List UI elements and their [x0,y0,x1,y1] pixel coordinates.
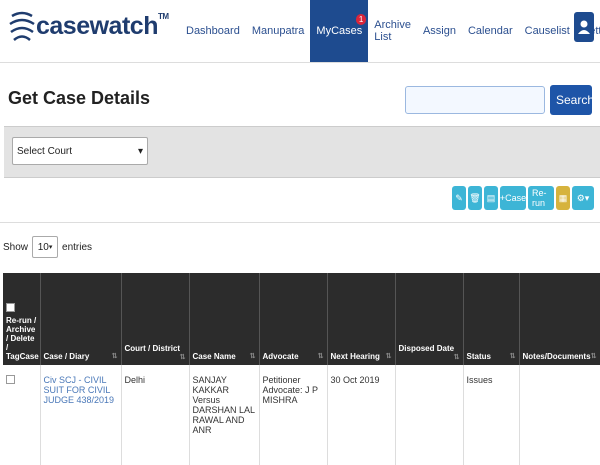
user-icon [578,20,590,34]
header-case-name[interactable]: Case Name ⇅ [189,273,260,365]
trash-icon: 🗑 [469,192,481,203]
header-notes-documents[interactable]: Notes/Documents ⇅ [519,273,600,365]
case-diary-link[interactable]: Civ SCJ - CIVIL SUIT FOR CIVIL JUDGE 438… [40,365,122,465]
header-advocate[interactable]: Advocate ⇅ [259,273,328,365]
case-name-cell: SANJAY KAKKAR Versus DARSHAN LAL RAWAL A… [189,365,260,465]
tag-button[interactable]: ✎ [452,186,466,210]
table-header-row: Re-run / Archive / Delete / TagCase Case… [3,273,600,365]
sort-icon: ⇅ [453,354,460,361]
tag-icon: ✎ [455,192,463,203]
status-cell: Issues [463,365,520,465]
header-next-hearing[interactable]: Next Hearing ⇅ [327,273,396,365]
top-navbar: casewatchTM Dashboard Manupatra MyCases … [0,0,600,63]
show-label: Show [3,241,29,253]
sort-icon: ⇅ [249,353,256,360]
next-hearing-cell: 30 Oct 2019 [327,365,396,465]
cases-table: Re-run / Archive / Delete / TagCase Case… [3,273,600,465]
header-court-district[interactable]: Court / District ⇅ [121,273,190,365]
court-select[interactable]: Select Court ▾ [12,137,148,165]
dropdown-arrow-icon: ▾ [48,244,53,251]
sort-icon: ⇅ [111,353,118,360]
search-input[interactable] [405,86,545,114]
row-checkbox-cell [3,365,41,465]
row-checkbox[interactable] [6,375,15,384]
archive-icon: ▤ [486,192,496,203]
user-profile-button[interactable] [574,12,594,42]
mycases-badge: 1 [355,14,367,25]
main-nav: Dashboard Manupatra MyCases 1 Archive Li… [180,0,600,62]
advocate-cell: Petitioner Advocate: J P MISHRA [259,365,328,465]
sort-icon: ⇅ [509,353,516,360]
action-toolbar: ✎ 🗑 ▤ +Case Re-run ▦ ⚙▾ [452,186,594,210]
sort-icon: ⇅ [590,353,597,360]
court-cell: Delhi [121,365,190,465]
nav-dashboard[interactable]: Dashboard [180,0,246,62]
search-button[interactable]: Search [550,85,594,115]
entries-label: entries [62,241,93,253]
settings-dropdown-button[interactable]: ⚙▾ [572,186,594,210]
divider [0,222,600,223]
sort-icon: ⇅ [179,354,186,361]
entries-select[interactable]: 10 ▾ [32,236,59,258]
header-case-diary[interactable]: Case / Diary ⇅ [40,273,122,365]
header-select[interactable]: Re-run / Archive / Delete / TagCase [3,273,41,365]
nav-archive-list[interactable]: Archive List [368,0,417,62]
nav-calendar[interactable]: Calendar [462,0,519,62]
export-button[interactable]: ▦ [556,186,570,210]
table-row: Civ SCJ - CIVIL SUIT FOR CIVIL JUDGE 438… [3,365,600,465]
notes-cell [519,365,600,465]
archive-button[interactable]: ▤ [484,186,498,210]
entries-length-control: Show 10 ▾ entries [3,236,92,258]
nav-mycases[interactable]: MyCases 1 [310,0,369,62]
rerun-button[interactable]: Re-run [528,186,554,210]
dropdown-arrow-icon: ▾ [137,145,143,157]
header-status[interactable]: Status ⇅ [463,273,520,365]
add-case-button[interactable]: +Case [500,186,526,210]
select-all-checkbox[interactable] [6,303,15,312]
casewatch-logo[interactable]: casewatchTM [6,2,169,54]
court-select-value: Select Court [17,145,73,157]
nav-causelist[interactable]: Causelist [519,0,576,62]
sort-icon: ⇅ [385,353,392,360]
header-disposed-date[interactable]: Disposed Date ⇅ [395,273,464,365]
excel-icon: ▦ [558,192,568,203]
page-title: Get Case Details [8,88,151,108]
nav-manupatra[interactable]: Manupatra [246,0,311,62]
court-filter-bar: Select Court ▾ [4,126,600,178]
brand-name: casewatchTM [36,12,169,40]
delete-button[interactable]: 🗑 [468,186,482,210]
gear-icon: ⚙▾ [576,192,590,203]
sort-icon: ⇅ [317,353,324,360]
nav-assign[interactable]: Assign [417,0,462,62]
disposed-date-cell [395,365,464,465]
